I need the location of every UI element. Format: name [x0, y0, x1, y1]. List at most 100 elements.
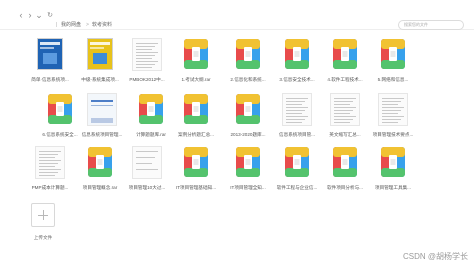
file-name: 中级-系统集成项... — [81, 77, 119, 82]
document-thumbnail — [132, 146, 162, 179]
archive-icon — [236, 39, 260, 69]
file-name: PMP成本计算题... — [31, 185, 69, 190]
archive-icon — [381, 147, 405, 177]
file-name: IT项目管理基础知... — [175, 185, 217, 190]
breadcrumb-separator: | — [56, 22, 58, 28]
upload-label: 上传文件 — [33, 235, 53, 240]
file-name: 2013-2020题库... — [230, 132, 266, 137]
chevron-down-icon[interactable]: ⌄ — [35, 11, 43, 20]
file-item[interactable]: 英文缩写汇总... — [319, 93, 371, 141]
file-thumbnail — [284, 146, 310, 178]
book-cover-icon — [87, 38, 113, 70]
file-name: 案例分析题汇总... — [178, 132, 214, 137]
file-thumbnail — [37, 38, 63, 70]
file-thumbnail — [87, 38, 113, 70]
breadcrumb-separator: > — [86, 22, 89, 28]
file-item[interactable]: 软件工程与企业信... — [271, 146, 323, 194]
file-thumbnail — [332, 146, 358, 178]
file-thumbnail — [378, 93, 408, 126]
file-thumbnail — [183, 38, 209, 70]
file-name: 3.信息安全技术... — [279, 77, 315, 82]
archive-icon — [285, 147, 309, 177]
file-name: 项目管理工具集... — [375, 185, 411, 190]
file-name: 软件项目分析与... — [327, 185, 363, 190]
file-thumbnail — [132, 146, 162, 179]
file-name: 软件工程与企业信... — [276, 185, 318, 190]
file-item[interactable]: 案例分析题汇总... — [170, 93, 222, 141]
file-item[interactable]: 项目管理工具集... — [367, 146, 419, 194]
file-item[interactable]: 软件项目分析与... — [319, 146, 371, 194]
search-input[interactable]: 搜索您的文件 — [398, 20, 464, 30]
archive-icon — [88, 147, 112, 177]
chevron-left-icon[interactable]: ‹ — [17, 11, 25, 20]
file-item[interactable]: 项目管理10大过... — [121, 146, 173, 194]
file-item[interactable]: 1.考试大纲.rar — [170, 38, 222, 86]
breadcrumb-item[interactable]: 我的网盘 — [61, 20, 81, 30]
file-name: IT项目管理全知... — [230, 185, 266, 190]
document-thumbnail — [35, 146, 65, 179]
document-thumbnail — [378, 93, 408, 126]
file-name: 简单·信息系统项... — [31, 77, 69, 82]
file-thumbnail — [47, 93, 73, 125]
file-thumbnail — [235, 146, 261, 178]
file-name: 信息系统项目管... — [279, 132, 315, 137]
archive-icon — [184, 39, 208, 69]
archive-icon — [48, 94, 72, 124]
archive-icon — [236, 94, 260, 124]
file-item[interactable]: PMP成本计算题... — [24, 146, 76, 194]
file-name: 英文缩写汇总... — [329, 132, 361, 137]
file-item[interactable]: 5.网络和信息... — [367, 38, 419, 86]
archive-icon — [333, 39, 357, 69]
file-item[interactable]: 2013-2020题库... — [222, 93, 274, 141]
file-thumbnail — [183, 146, 209, 178]
toolbar: ‹ › ⌄ ↻ | 我的网盘 > 软考资料 搜索您的文件 — [0, 0, 474, 30]
file-thumbnail — [87, 93, 117, 126]
watermark: CSDN @胡杨学长 — [402, 252, 468, 261]
file-item[interactable]: 3.信息安全技术... — [271, 38, 323, 86]
file-name: 2.信息化和系统... — [230, 77, 266, 82]
breadcrumb-item[interactable]: 软考资料 — [92, 20, 112, 30]
file-item[interactable]: 项目管理概念.rar — [74, 146, 126, 194]
file-thumbnail — [183, 93, 209, 125]
file-thumbnail — [284, 38, 310, 70]
file-item[interactable]: 中级-系统集成项... — [74, 38, 126, 86]
upload-button[interactable] — [31, 203, 55, 227]
file-name: 项目管理10大过... — [128, 185, 166, 190]
chevron-right-icon[interactable]: › — [26, 11, 34, 20]
archive-icon — [285, 39, 309, 69]
file-item[interactable]: 信息系统项目管理... — [76, 93, 128, 141]
archive-icon — [184, 94, 208, 124]
refresh-icon[interactable]: ↻ — [46, 11, 54, 20]
archive-icon — [184, 147, 208, 177]
file-item[interactable]: 简单·信息系统项... — [24, 38, 76, 86]
file-name: PMBOK2012中... — [129, 77, 165, 82]
file-thumbnail — [330, 93, 360, 126]
file-thumbnail — [87, 146, 113, 178]
file-item[interactable]: 信息系统项目管... — [271, 93, 323, 141]
file-name: 项目管理概念.rar — [82, 185, 118, 190]
file-name: 5.网络和信息... — [377, 77, 409, 82]
file-thumbnail — [332, 38, 358, 70]
file-name: 1.考试大纲.rar — [181, 77, 211, 82]
file-thumbnail — [235, 38, 261, 70]
file-item[interactable]: IT项目管理全知... — [222, 146, 274, 194]
file-item[interactable]: PMBOK2012中... — [121, 38, 173, 86]
file-thumbnail — [132, 38, 162, 71]
file-name: 项目管理技术要点... — [372, 132, 414, 137]
archive-icon — [236, 147, 260, 177]
file-thumbnail — [35, 146, 65, 179]
file-thumbnail — [380, 146, 406, 178]
plus-icon — [43, 210, 44, 220]
file-item[interactable]: 项目管理技术要点... — [367, 93, 419, 141]
document-thumbnail — [282, 93, 312, 126]
file-item[interactable]: IT项目管理基础知... — [170, 146, 222, 194]
file-item[interactable]: 2.信息化和系统... — [222, 38, 274, 86]
file-item[interactable]: 4.软件工程技术... — [319, 38, 371, 86]
document-thumbnail — [87, 93, 117, 126]
archive-icon — [139, 94, 163, 124]
file-name: 信息系统项目管理... — [81, 132, 123, 137]
document-thumbnail — [330, 93, 360, 126]
archive-icon — [333, 147, 357, 177]
document-thumbnail — [132, 38, 162, 71]
file-thumbnail — [380, 38, 406, 70]
